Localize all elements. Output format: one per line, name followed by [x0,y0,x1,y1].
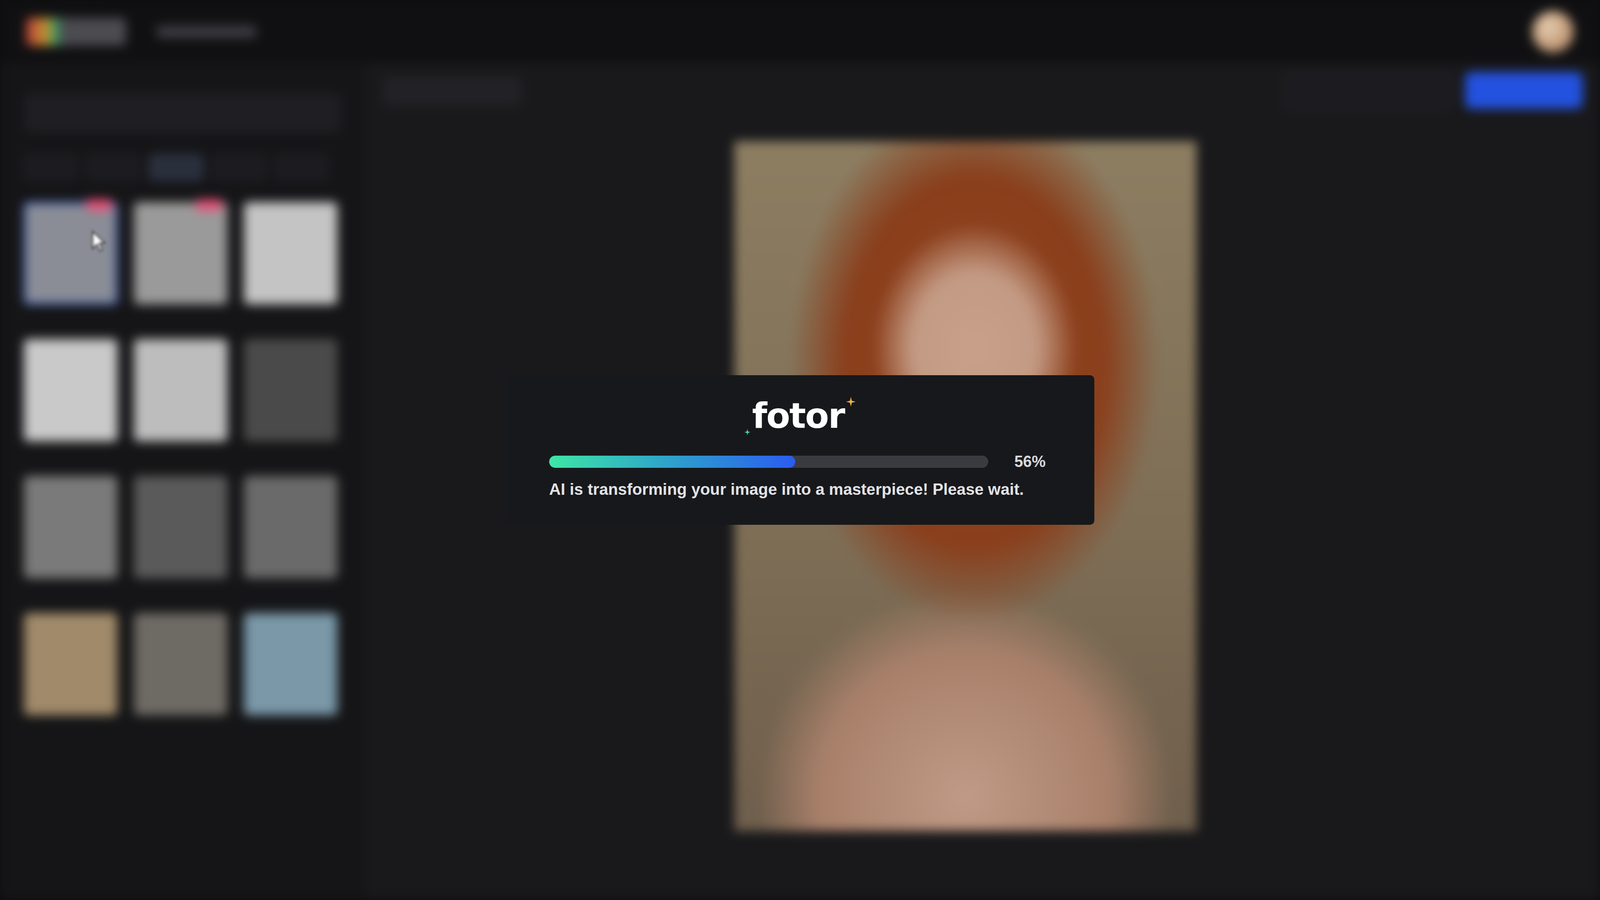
new-badge [196,199,223,211]
effect-card[interactable] [23,339,118,442]
effect-card[interactable] [133,339,228,442]
sparkle-icon [744,429,751,436]
download-button[interactable] [1465,72,1583,109]
effect-card[interactable] [243,476,338,579]
progress-fill [549,455,796,468]
effect-card[interactable] [23,476,118,579]
effect-card[interactable] [133,613,228,716]
progress-dialog: fotor 56% AI is transforming your image in… [505,375,1095,525]
user-avatar[interactable] [1532,10,1574,53]
top-bar [0,0,1600,64]
category-tab[interactable] [211,154,266,181]
effect-card[interactable] [243,339,338,442]
progress-reading: 56% [1014,452,1046,471]
search-field[interactable] [23,93,342,133]
effects-sidebar [0,63,366,900]
change-image-button[interactable] [382,76,522,107]
cursor-icon [91,230,107,253]
app-logo[interactable] [26,17,127,46]
category-tab[interactable] [274,154,329,181]
progress-bar [549,455,989,468]
enhance-button[interactable] [1285,72,1453,111]
category-tabs [23,154,342,181]
toolbar [365,63,1600,120]
new-badge [86,199,113,211]
effect-card[interactable] [23,613,118,716]
mode-menu[interactable] [156,25,257,39]
effect-card[interactable] [243,613,338,716]
effect-card[interactable] [23,202,118,305]
effect-card[interactable] [133,202,228,305]
effect-card[interactable] [243,202,338,305]
star-icon [846,396,856,407]
progress-message: AI is transforming your image into a mas… [549,480,1051,499]
category-tab[interactable] [86,154,141,181]
fotor-logo: fotor [744,396,856,436]
effect-grid [23,202,342,716]
effect-card[interactable] [133,476,228,579]
category-tab[interactable] [23,154,78,181]
category-tab[interactable] [149,154,204,181]
loading-overlay: fotor 56% AI is transforming your image in… [0,0,1600,900]
